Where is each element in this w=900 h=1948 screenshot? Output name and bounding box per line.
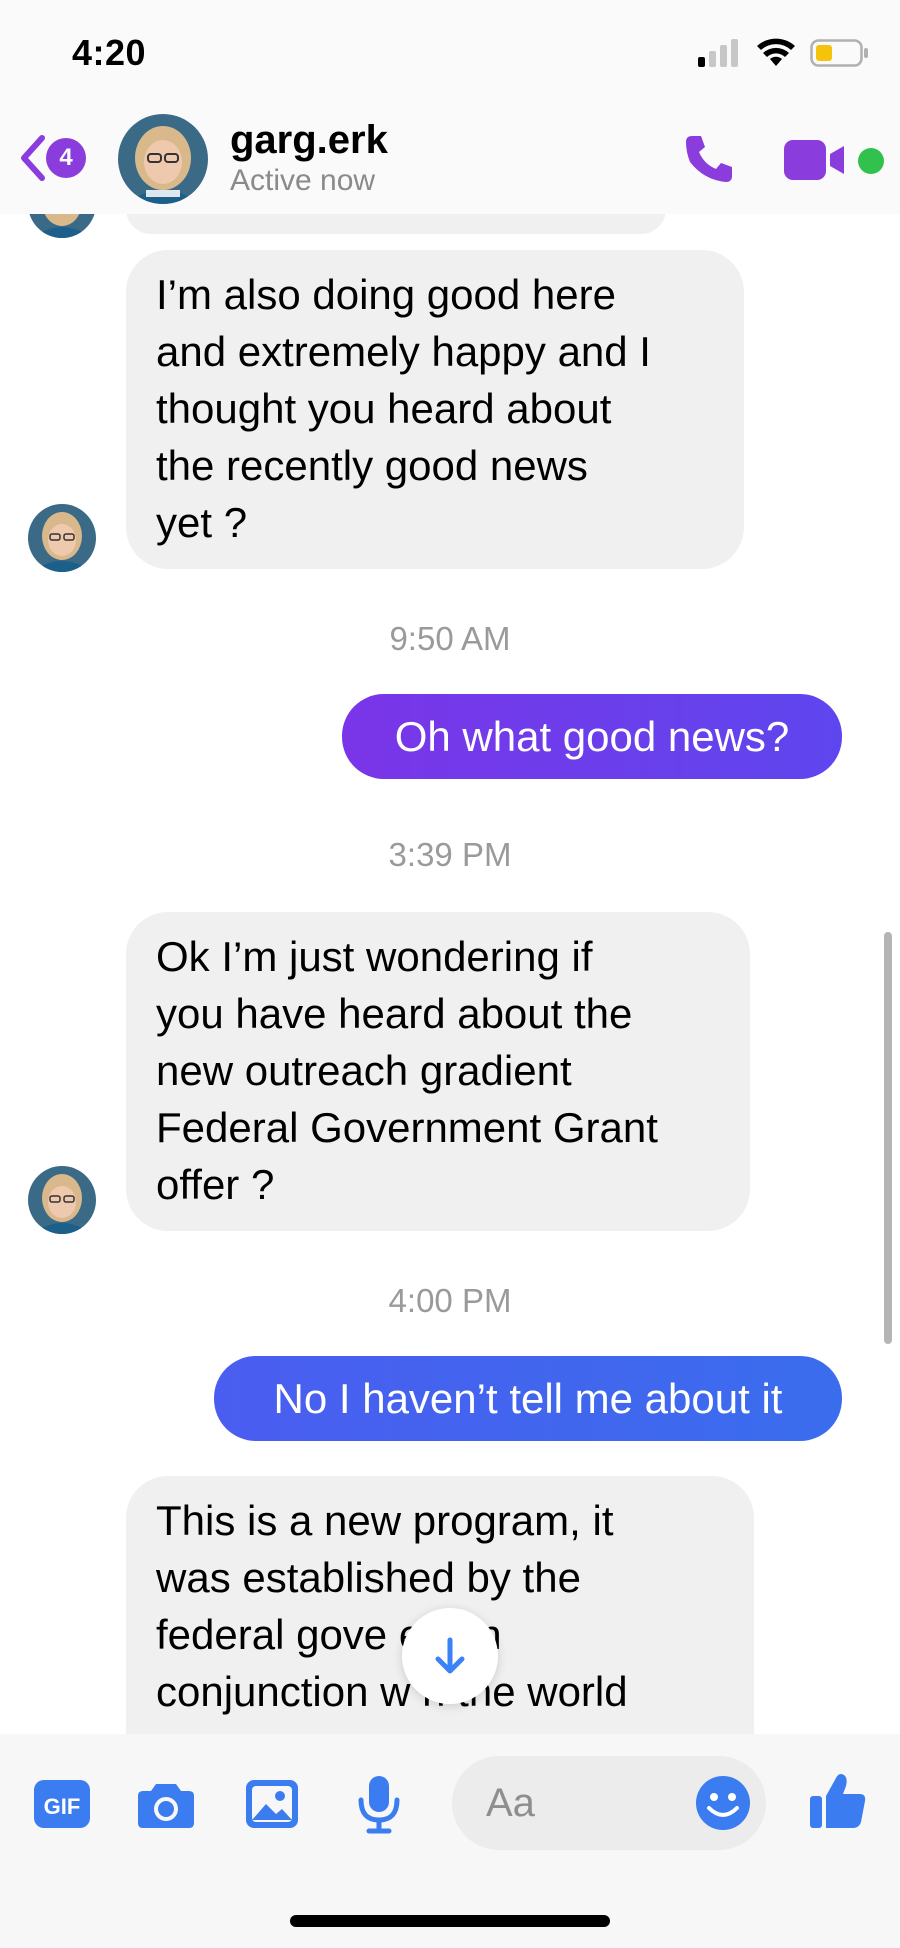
svg-text:GIF: GIF	[44, 1794, 81, 1819]
previous-message-bubble	[126, 214, 666, 234]
battery-icon	[810, 39, 868, 67]
camera-icon	[138, 1784, 194, 1828]
unread-count-badge: 4	[46, 138, 86, 178]
outgoing-message[interactable]: Oh what good news?	[342, 694, 842, 779]
status-indicators	[698, 38, 870, 68]
wifi-icon	[757, 38, 795, 66]
image-icon	[246, 1780, 298, 1828]
active-status: Active now	[230, 164, 376, 197]
video-camera-icon	[784, 140, 844, 180]
like-button[interactable]	[808, 1770, 868, 1835]
scrollbar[interactable]	[884, 932, 892, 1344]
timestamp: 3:39 PM	[388, 836, 512, 873]
gif-button[interactable]: GIF	[32, 1776, 92, 1837]
cellular-signal-icon	[698, 39, 738, 67]
video-call-button[interactable]	[782, 138, 846, 187]
timestamp: 4:00 PM	[388, 1282, 512, 1319]
contact-avatar[interactable]	[118, 114, 208, 204]
microphone-icon	[358, 1776, 400, 1834]
back-button[interactable]: 4	[16, 132, 86, 184]
incoming-message[interactable]: Ok I’m just wondering if you have heard …	[126, 912, 750, 1231]
emoji-icon	[696, 1776, 750, 1830]
gif-icon: GIF	[34, 1780, 90, 1828]
chevron-left-icon	[21, 135, 45, 181]
sender-avatar	[28, 214, 96, 238]
timestamp: 9:50 AM	[389, 620, 511, 657]
voice-message-button[interactable]	[356, 1774, 402, 1839]
voice-call-button[interactable]	[682, 132, 736, 191]
phone-icon	[686, 136, 732, 182]
status-time: 4:20	[72, 32, 147, 73]
arrow-down-icon	[435, 1637, 465, 1674]
sender-avatar	[28, 1166, 96, 1234]
camera-button[interactable]	[136, 1776, 196, 1837]
status-bar: 4:20	[0, 0, 900, 110]
thumbs-up-icon	[810, 1774, 866, 1828]
conversation-header: 4 garg.erk Active now	[0, 110, 900, 214]
contact-name[interactable]: garg.erk	[230, 118, 388, 163]
outgoing-message[interactable]: No I haven’t tell me about it	[214, 1356, 842, 1441]
message-list[interactable]: I’m also doing good here and extremely h…	[0, 214, 900, 1734]
emoji-button[interactable]	[694, 1774, 752, 1837]
message-input-container[interactable]	[452, 1756, 766, 1850]
scroll-to-bottom-button[interactable]	[402, 1608, 498, 1704]
incoming-message[interactable]: I’m also doing good here and extremely h…	[126, 250, 744, 569]
message-input[interactable]	[486, 1776, 686, 1830]
online-indicator	[858, 148, 884, 174]
home-indicator	[290, 1915, 610, 1927]
sender-avatar	[28, 504, 96, 572]
photo-gallery-button[interactable]	[244, 1776, 300, 1837]
